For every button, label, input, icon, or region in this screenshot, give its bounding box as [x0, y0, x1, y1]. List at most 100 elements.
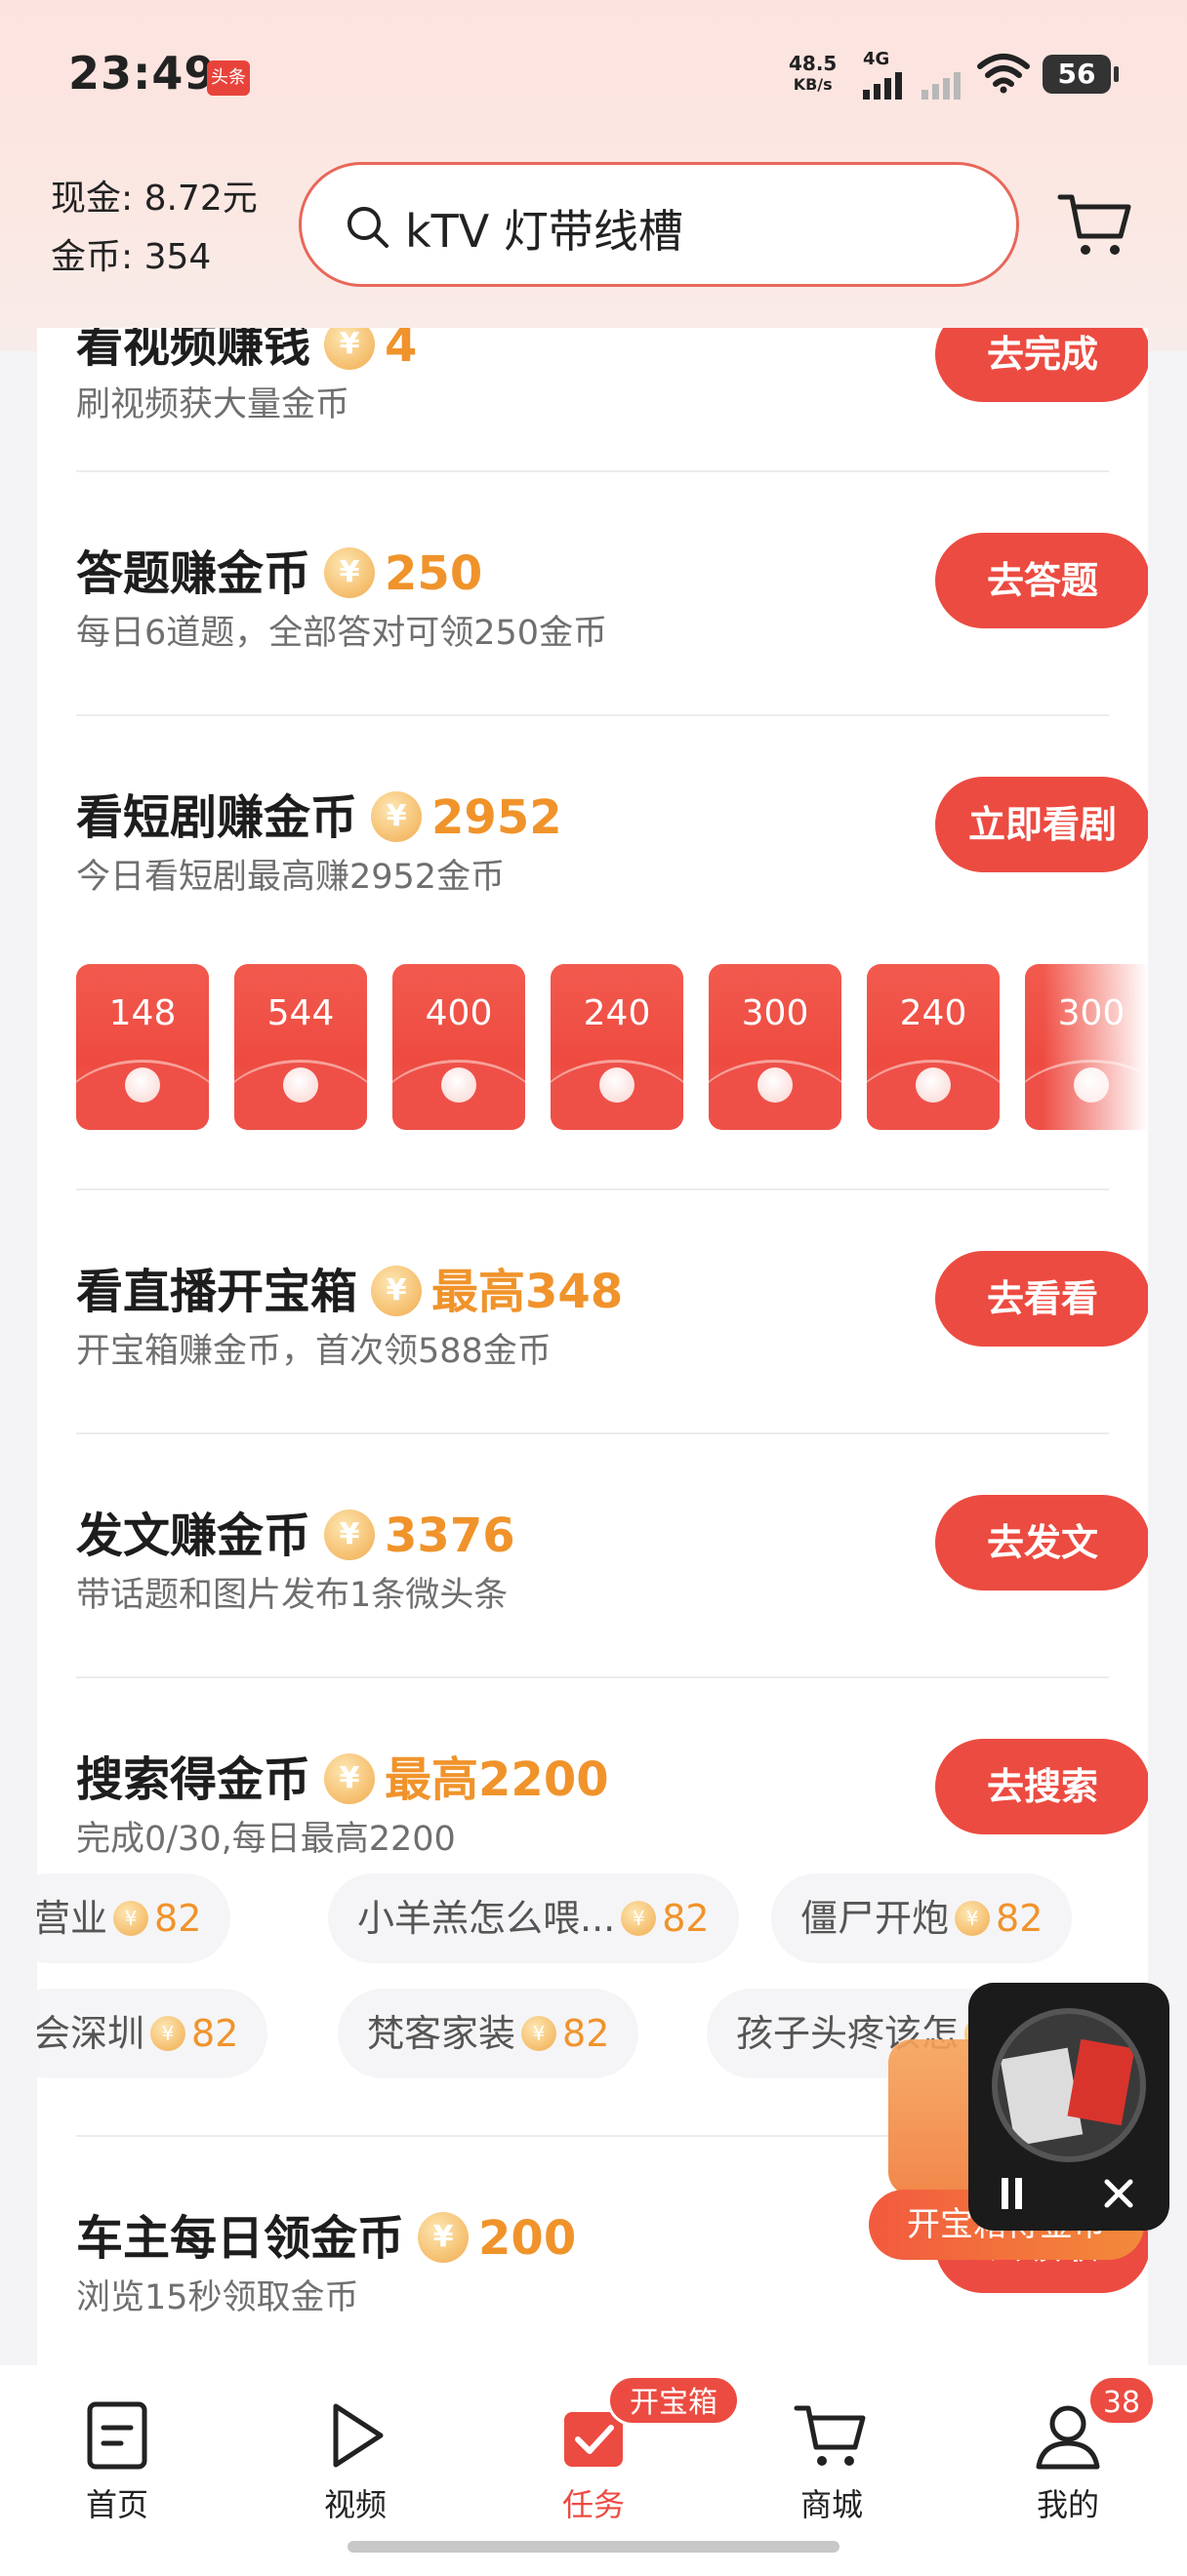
task-reward: 4 — [385, 328, 418, 373]
drama-packets-row: 148 544 400 240 300 240 300 — [76, 964, 1148, 1140]
search-chip[interactable]: 营业 ¥82 — [37, 1873, 231, 1963]
task-action-button[interactable]: 去发文 — [935, 1495, 1148, 1590]
coin-icon: ¥ — [324, 1753, 376, 1804]
home-indicator — [348, 2541, 839, 2553]
red-packet[interactable]: 240 — [867, 964, 1000, 1130]
task-action-button[interactable]: 去搜索 — [935, 1739, 1148, 1834]
search-chip[interactable]: 僵尸开炮 ¥82 — [771, 1873, 1073, 1963]
coin-icon: ¥ — [324, 547, 376, 598]
search-query: kTV 灯带线槽 — [405, 205, 683, 258]
coin-icon: ¥ — [955, 1900, 991, 1936]
wifi-icon — [977, 54, 1030, 94]
search-chip-coins: 82 — [154, 1897, 202, 1940]
network-speed-unit: KB/s — [793, 75, 833, 94]
search-icon — [348, 207, 389, 248]
task-title: 看短剧赚金币 — [76, 790, 358, 845]
nav-label: 任务 — [561, 2486, 625, 2523]
battery-icon: 56 — [1043, 55, 1119, 94]
network-speed: 48.5 KB/s — [789, 53, 837, 96]
red-packet[interactable]: 300 — [709, 964, 841, 1130]
cart-icon — [794, 2405, 866, 2466]
search-chip-text: 梵客家装 — [367, 2012, 516, 2055]
red-packet-amount: 148 — [108, 993, 177, 1033]
search-chip-coins: 82 — [996, 1897, 1044, 1940]
cash-balance: 现金: 8.72元 — [51, 179, 258, 219]
red-packet-amount: 400 — [425, 993, 493, 1033]
task-subtitle: 开宝箱赚金币，首次领588金币 — [76, 1332, 552, 1371]
coin-icon: ¥ — [371, 791, 423, 842]
task-title: 车主每日领金币 — [76, 2211, 405, 2266]
balance-block: 现金: 8.72元 金币: 354 — [51, 170, 258, 287]
nav-label: 视频 — [323, 2486, 387, 2523]
cart-icon[interactable] — [1056, 189, 1134, 260]
red-packet-amount: 240 — [899, 993, 967, 1033]
play-icon — [333, 2403, 384, 2468]
red-packet[interactable]: 148 — [76, 964, 209, 1130]
search-chip-coins: 82 — [662, 1897, 710, 1940]
task-action-button[interactable]: 去答题 — [935, 533, 1148, 628]
red-packet-amount: 240 — [583, 993, 651, 1033]
divider — [76, 1188, 1109, 1190]
floating-media-player[interactable] — [968, 1983, 1169, 2231]
red-packet[interactable]: 400 — [392, 964, 525, 1130]
close-icon[interactable] — [1099, 2174, 1138, 2213]
network-type: 4G — [863, 49, 890, 69]
task-chest-badge: 开宝箱 — [607, 2375, 740, 2426]
red-packet[interactable]: 544 — [234, 964, 367, 1130]
task-subtitle: 今日看短剧最高赚2952金币 — [76, 858, 506, 897]
task-action-button[interactable]: 去完成 — [935, 328, 1148, 402]
task-title: 搜索得金币 — [76, 1752, 311, 1807]
task-action-button[interactable]: 立即看剧 — [935, 777, 1148, 872]
nav-mall[interactable]: 商城 — [744, 2383, 920, 2529]
task-action-button[interactable]: 去看看 — [935, 1251, 1148, 1347]
search-chip-text: 小羊羔怎么喂... — [357, 1897, 616, 1940]
coin-icon: ¥ — [324, 328, 376, 370]
divider — [76, 1676, 1109, 1678]
search-input[interactable]: kTV 灯带线槽 — [299, 162, 1019, 287]
red-packet-amount: 300 — [741, 993, 809, 1033]
coin-icon: ¥ — [371, 1266, 423, 1316]
task-reward: 最高2200 — [385, 1752, 609, 1807]
coin-icon: ¥ — [418, 2212, 470, 2263]
task-subtitle: 刷视频获大量金币 — [76, 385, 350, 424]
search-chip-text: 会深圳 — [37, 2012, 145, 2055]
task-title: 答题赚金币 — [76, 546, 311, 601]
search-chip-text: 营业 — [37, 1897, 108, 1940]
signal-4g-icon: 4G — [859, 49, 961, 100]
pause-icon[interactable] — [992, 2174, 1031, 2213]
nav-label: 我的 — [1036, 2486, 1099, 2523]
coin-balance: 金币: 354 — [51, 237, 212, 277]
red-packet-amount: 544 — [266, 993, 335, 1033]
coin-icon: ¥ — [324, 1509, 376, 1560]
task-subtitle: 浏览15秒领取金币 — [76, 2278, 359, 2317]
coin-icon: ¥ — [521, 2015, 557, 2051]
task-subtitle: 每日6道题，全部答对可领250金币 — [76, 614, 608, 653]
task-reward: 3376 — [385, 1509, 515, 1563]
search-chip-coins: 82 — [191, 2012, 239, 2055]
task-reward: 200 — [478, 2211, 577, 2266]
coin-icon: ¥ — [150, 2015, 186, 2051]
coin-icon: ¥ — [113, 1900, 149, 1936]
nav-home[interactable]: 首页 — [29, 2383, 205, 2529]
status-bar: 23:49 头条 48.5 KB/s 4G 56 — [0, 0, 1187, 146]
media-cover-image — [992, 2008, 1146, 2162]
nav-video[interactable]: 视频 — [267, 2383, 443, 2529]
task-reward: 2952 — [431, 790, 562, 845]
home-icon — [87, 2401, 147, 2470]
task-title: 发文赚金币 — [76, 1509, 311, 1563]
task-title: 看直播开宝箱 — [76, 1265, 358, 1319]
divider — [76, 714, 1109, 716]
search-chip[interactable]: 小羊羔怎么喂... ¥82 — [328, 1873, 739, 1963]
task-subtitle: 带话题和图片发布1条微头条 — [76, 1576, 509, 1615]
search-chip[interactable]: 会深圳 ¥82 — [37, 1989, 268, 2078]
task-reward: 最高348 — [431, 1265, 624, 1319]
search-chip[interactable]: 梵客家装 ¥82 — [338, 1989, 639, 2078]
divider — [76, 1432, 1109, 1434]
red-packet[interactable]: 240 — [551, 964, 683, 1130]
divider — [76, 470, 1109, 472]
scroll-fade — [1043, 964, 1148, 1140]
search-chip-coins: 82 — [562, 2012, 610, 2055]
nav-label: 商城 — [799, 2486, 863, 2523]
task-reward: 250 — [385, 546, 483, 601]
search-chips-row-1: 营业 ¥82 小羊羔怎么喂... ¥82 僵尸开炮 ¥82 — [37, 1873, 1148, 1967]
